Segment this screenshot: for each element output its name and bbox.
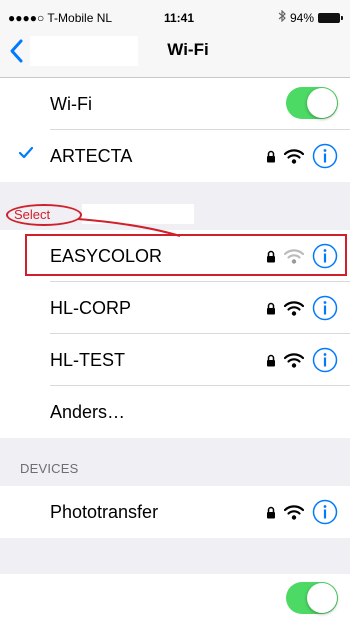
wifi-signal-icon xyxy=(284,504,304,520)
devices-group: Phototransfer xyxy=(0,486,350,538)
devices-section-header: DEVICES xyxy=(20,461,79,476)
info-icon[interactable] xyxy=(312,499,338,525)
bottom-toggle-group xyxy=(0,574,350,621)
battery-icon xyxy=(318,12,343,23)
network-row[interactable]: HL-TEST xyxy=(0,334,350,386)
checkmark-icon xyxy=(18,146,34,165)
page-title: Wi-Fi xyxy=(167,40,209,59)
battery-percent: 94% xyxy=(289,10,314,25)
bottom-toggle-switch[interactable] xyxy=(286,582,338,614)
toggle-knob xyxy=(307,88,337,118)
lock-icon xyxy=(266,506,276,519)
wifi-group: Wi-Fi ARTECTA xyxy=(0,78,350,182)
info-icon[interactable] xyxy=(312,143,338,169)
device-row[interactable]: Phototransfer xyxy=(0,486,350,538)
network-name: HL-TEST xyxy=(50,350,126,370)
annotation-highlight-box xyxy=(25,234,347,276)
annotation-redacted-area xyxy=(82,204,194,224)
network-row[interactable]: HL-CORP xyxy=(0,282,350,334)
other-network-label: Anders… xyxy=(50,402,126,422)
annotation-select-label: Select xyxy=(14,207,51,222)
info-icon[interactable] xyxy=(312,347,338,373)
wifi-signal-icon xyxy=(284,300,304,316)
carrier-label: ●●●●○ T-Mobile NL xyxy=(8,11,113,25)
bottom-toggle-row xyxy=(0,574,350,621)
lock-icon xyxy=(266,302,276,315)
network-row-connected[interactable]: ARTECTA xyxy=(0,130,350,182)
bluetooth-icon xyxy=(278,9,286,25)
network-name: HL-CORP xyxy=(50,298,132,318)
network-name: ARTECTA xyxy=(50,146,133,166)
status-right: 94% xyxy=(278,9,343,25)
lock-icon xyxy=(266,354,276,367)
wifi-toggle-row: Wi-Fi xyxy=(0,78,350,130)
info-icon[interactable] xyxy=(312,295,338,321)
toggle-knob xyxy=(307,583,337,613)
lock-icon xyxy=(266,150,276,163)
device-name: Phototransfer xyxy=(50,502,159,522)
wifi-toggle-switch[interactable] xyxy=(286,87,338,119)
wifi-signal-icon xyxy=(284,352,304,368)
other-network-row[interactable]: Anders… xyxy=(0,386,350,438)
wifi-toggle-label: Wi-Fi xyxy=(50,94,92,114)
status-time: 11:41 xyxy=(164,11,195,25)
wifi-signal-icon xyxy=(284,148,304,164)
